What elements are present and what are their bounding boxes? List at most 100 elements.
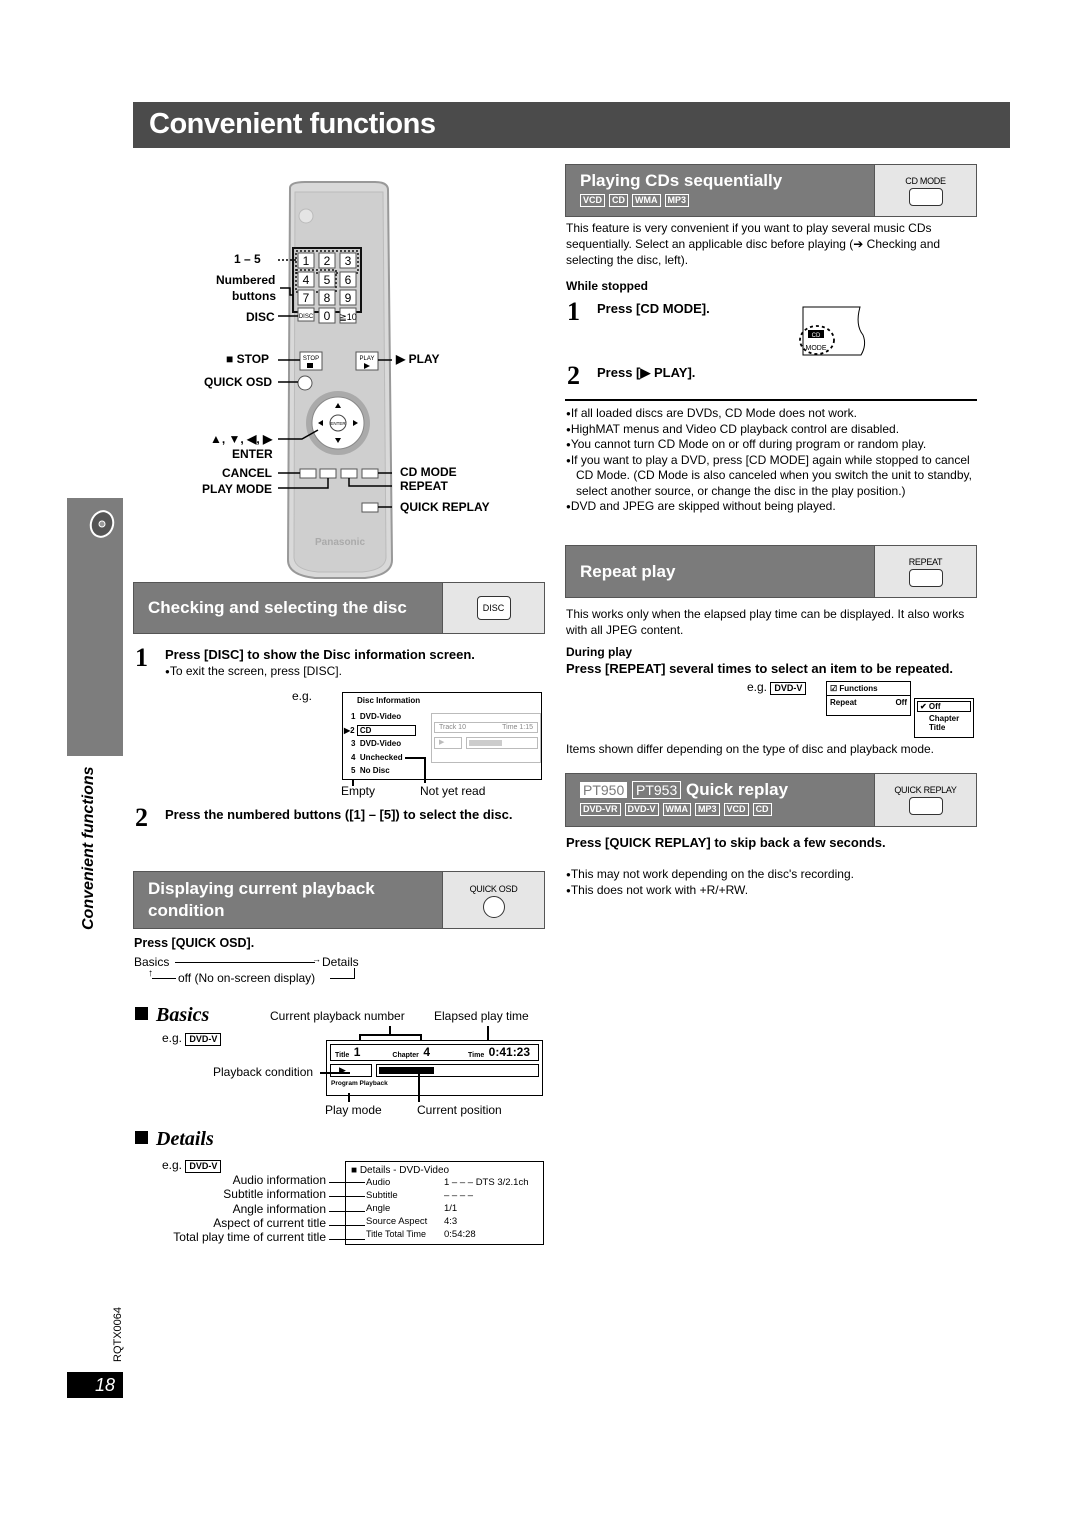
note: You cannot turn CD Mode on or off during… xyxy=(566,437,978,453)
note: If you want to play a DVD, press [CD MOD… xyxy=(566,453,978,500)
callout-angle: Angle information xyxy=(232,1201,326,1216)
badge-cd: CD xyxy=(752,803,772,816)
page-title: Convenient functions xyxy=(133,102,1010,148)
osd-title-value: 1 xyxy=(353,1045,361,1059)
label-quick-replay: QUICK REPLAY xyxy=(400,500,490,514)
svg-text:DISC: DISC xyxy=(299,314,314,320)
detail-row-total-time: Title Total Time 0:54:28 xyxy=(366,1229,476,1240)
remote-control-illustration: 1 2 3 4 5 6 7 8 9 DISC 0 ≧10 STOP PLAY E… xyxy=(278,181,394,579)
checking-step-2: 2 Press the numbered buttons ([1] – [5])… xyxy=(135,805,545,831)
press-quick-osd: Press [QUICK OSD]. xyxy=(134,936,255,950)
disc-row-5: 5 No Disc xyxy=(351,766,390,775)
badge-vcd: VCD xyxy=(723,803,749,816)
svg-text:7: 7 xyxy=(303,291,310,305)
section-header-checking: Checking and selecting the disc DISC xyxy=(133,582,545,634)
label-enter: ENTER xyxy=(232,447,273,461)
dvd-v-badge: DVD-V xyxy=(185,1033,222,1046)
svg-text:9: 9 xyxy=(345,291,352,305)
while-stopped: While stopped xyxy=(566,279,648,293)
page-number: 18 xyxy=(67,1372,123,1398)
callout-audio: Audio information xyxy=(232,1173,326,1187)
label-disc: DISC xyxy=(246,310,275,324)
repeat-intro: This works only when the elapsed play ti… xyxy=(566,607,965,637)
cd-mode-button-label: CD MODE xyxy=(905,175,946,186)
details-eg: e.g. DVD-V xyxy=(162,1157,222,1173)
osd-play-mode: Program Playback xyxy=(331,1080,388,1087)
cds-intro: This feature is very convenient if you w… xyxy=(566,221,941,267)
detail-row-angle: Angle 1/1 xyxy=(366,1203,458,1214)
disc-row-1: 1 DVD-Video xyxy=(351,712,402,721)
dvd-v-badge: DVD-V xyxy=(770,682,807,695)
svg-text:5: 5 xyxy=(324,273,331,287)
step-number: 2 xyxy=(567,361,580,390)
svg-text:8: 8 xyxy=(324,291,331,305)
callout-subtitle: Subtitle information xyxy=(223,1187,326,1202)
disc-button: DISC xyxy=(476,596,511,620)
details-callouts: Audio information Subtitle information A… xyxy=(140,1173,326,1244)
details-box-title: ■ Details - DVD-Video xyxy=(351,1165,450,1176)
disc-list: 1 DVD-Video ▶2 CD 3 DVD-Video 4 Unchecke… xyxy=(344,710,417,778)
disc-icon xyxy=(89,510,115,538)
step-number: 1 xyxy=(567,297,580,326)
osd-info-row: Title 1 Chapter 4 Time 0:41:23 xyxy=(330,1044,539,1061)
cd-mode-button xyxy=(908,187,943,206)
detail-row-subtitle: Subtitle – – – – xyxy=(366,1190,474,1201)
track-panel: Track 10 Time 1:15 ▶ xyxy=(431,713,541,763)
svg-text:3: 3 xyxy=(345,254,352,268)
cds-step-2: 2 Press [▶ PLAY]. xyxy=(567,361,695,390)
label-play-mode: Play mode xyxy=(325,1103,382,1117)
label-quick-osd: QUICK OSD xyxy=(204,375,273,389)
svg-text:2: 2 xyxy=(324,254,331,268)
model-badge-pt950: PT950 xyxy=(580,782,628,798)
position-bar-fill xyxy=(379,1067,434,1074)
note: This may not work depending on the disc'… xyxy=(566,867,978,883)
label-repeat: REPEAT xyxy=(400,479,448,493)
repeat-button-label: REPEAT xyxy=(908,556,943,567)
note: HighMAT menus and Video CD playback cont… xyxy=(566,422,978,438)
track-time: Time 1:15 xyxy=(502,724,533,731)
checking-step-1: 1 Press [DISC] to show the Disc informat… xyxy=(135,643,545,680)
details-heading: Details xyxy=(135,1128,214,1151)
side-section-label: Convenient functions xyxy=(80,766,97,930)
svg-text:0: 0 xyxy=(324,309,331,323)
functions-menu: ☑ Functions Repeat Off xyxy=(826,681,911,716)
section-header-displaying: Displaying current playback condition QU… xyxy=(133,871,545,929)
label-play-mode: PLAY MODE xyxy=(202,482,273,496)
step-note: To exit the screen, press [DISC]. xyxy=(165,664,475,680)
repeat-option-off[interactable]: ✔ Off xyxy=(917,701,971,712)
note: This does not work with +R/+RW. xyxy=(566,883,978,899)
repeat-options: ✔ Off Chapter Title xyxy=(914,698,974,738)
step-text: Press the numbered buttons ([1] – [5]) t… xyxy=(165,807,513,822)
cds-step-1: 1 Press [CD MODE]. xyxy=(567,297,710,326)
document-code: RQTX0064 xyxy=(112,1306,124,1362)
svg-text:CD: CD xyxy=(812,333,821,339)
remote-brand: Panasonic xyxy=(315,537,365,548)
section-title: Quick replay xyxy=(685,780,789,799)
playback-condition-icon: ▶ xyxy=(330,1064,372,1077)
remote-diagram: 1 2 3 4 5 6 7 8 9 DISC 0 ≧10 STOP PLAY E… xyxy=(130,180,510,580)
repeat-option-title[interactable]: Title xyxy=(915,723,973,732)
disc-type-badges: VCD CD WMA MP3 xyxy=(580,194,860,207)
svg-text:6: 6 xyxy=(345,273,352,287)
osd-chapter-value: 4 xyxy=(423,1045,430,1059)
functions-menu-title: ☑ Functions xyxy=(827,682,910,696)
label-play: ▶ PLAY xyxy=(396,352,440,366)
disc-type-badges: DVD-VR DVD-V WMA MP3 VCD CD xyxy=(580,803,860,816)
section-header-repeat: Repeat play REPEAT xyxy=(565,545,977,598)
section-title: Repeat play xyxy=(580,561,676,581)
repeat-option-chapter[interactable]: Chapter xyxy=(915,714,973,723)
badge-dvd-vr: DVD-VR xyxy=(580,803,621,816)
cd-mode-display-illustration: CD MODE xyxy=(799,306,866,356)
svg-text:STOP: STOP xyxy=(303,356,319,362)
quick-replay-notes: This may not work depending on the disc'… xyxy=(566,867,978,898)
repeat-instruction: Press [REPEAT] several times to select a… xyxy=(566,661,954,676)
svg-text:1: 1 xyxy=(303,254,310,268)
label-cd-mode: CD MODE xyxy=(400,465,457,479)
svg-text:≧10: ≧10 xyxy=(339,312,357,322)
label-arrows: ▲, ▼, ◀, ▶ xyxy=(210,432,273,446)
step-number: 1 xyxy=(135,643,148,672)
label-cancel: CANCEL xyxy=(222,466,272,480)
osd-time-value: 0:41:23 xyxy=(488,1045,531,1059)
quick-replay-instruction: Press [QUICK REPLAY] to skip back a few … xyxy=(566,835,886,850)
note: DVD and JPEG are skipped without being p… xyxy=(566,499,978,515)
